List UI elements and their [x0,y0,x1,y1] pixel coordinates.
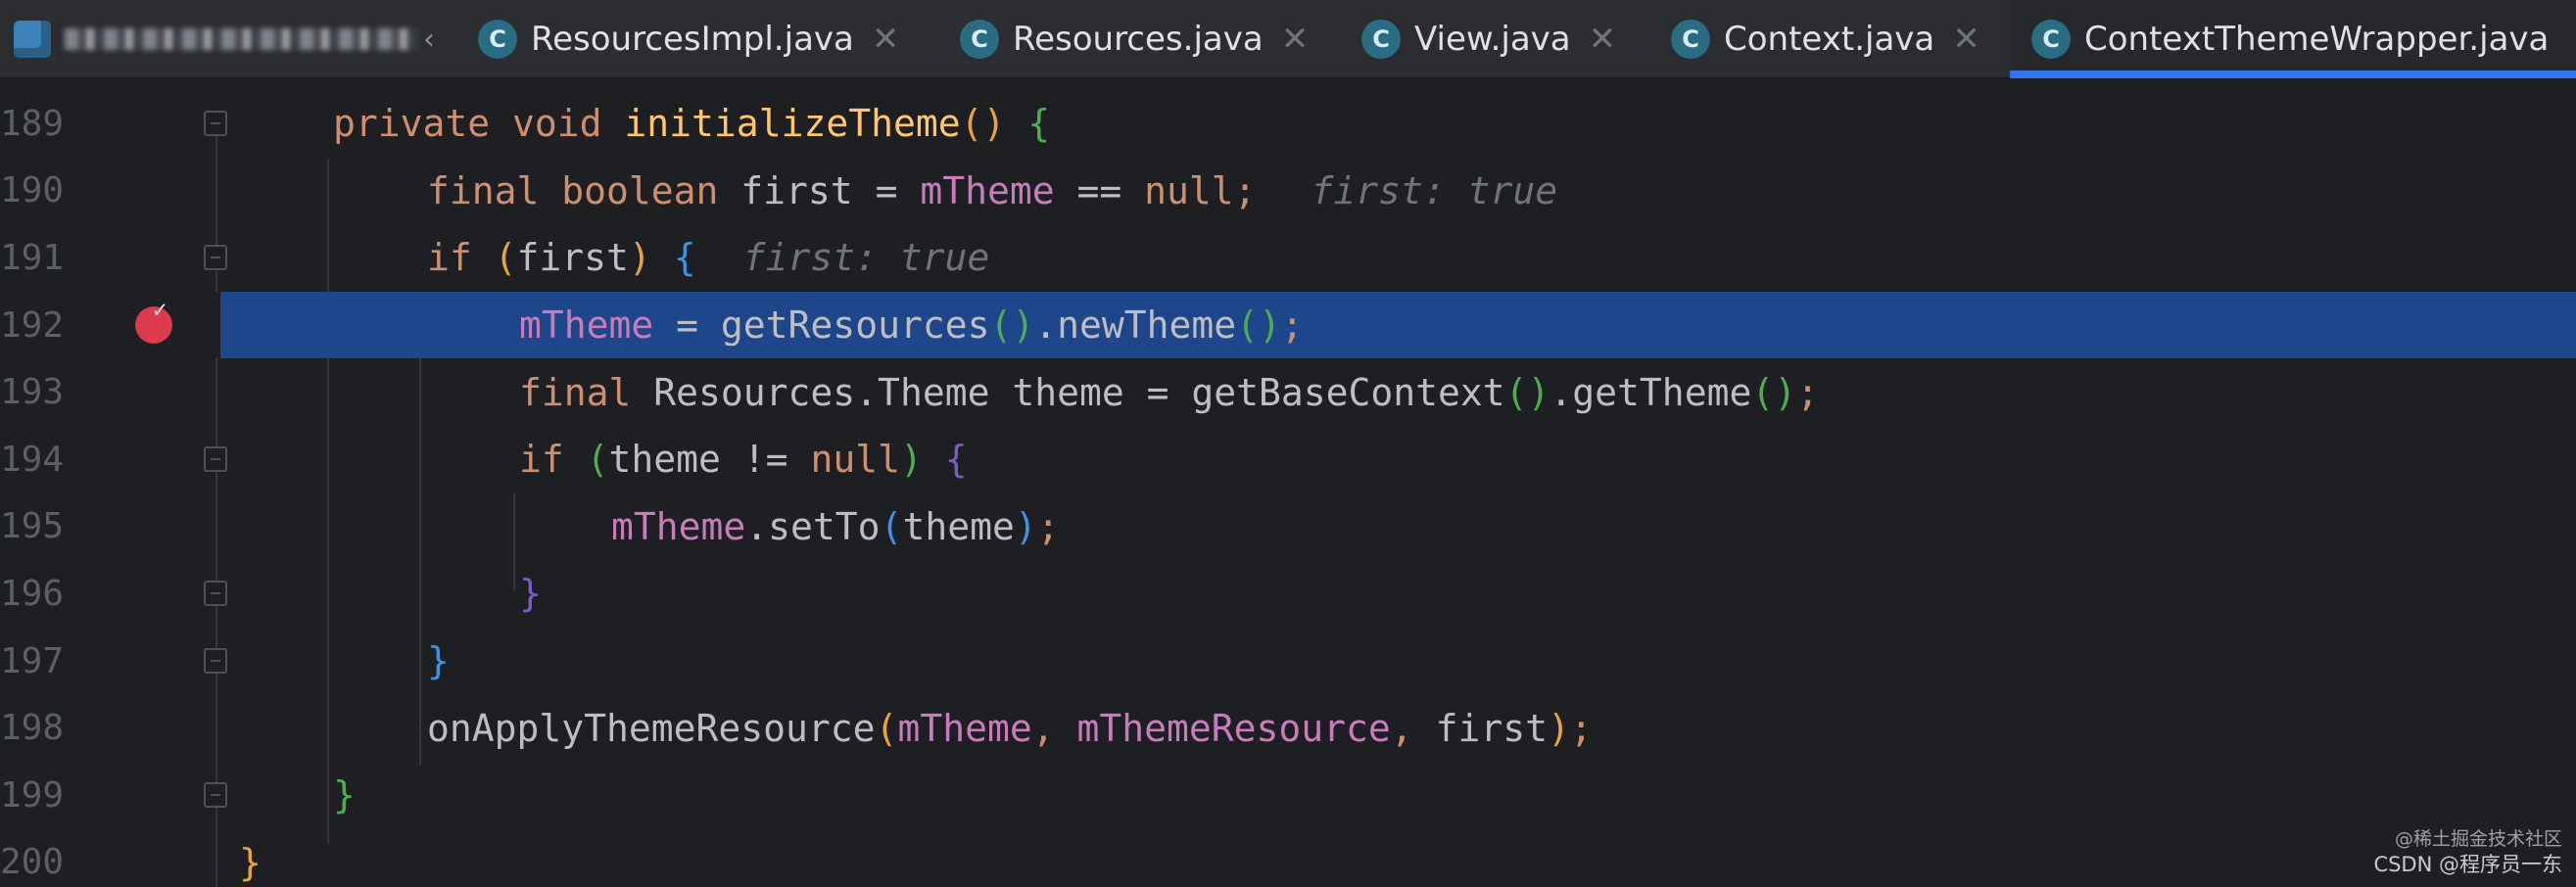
line-number: 192 [0,304,65,346]
breakpoint-check-icon: ✓ [153,296,167,323]
inlay-hint: first: true [742,236,990,280]
close-icon[interactable]: ✕ [1281,20,1310,59]
line-number: 196 [0,573,65,614]
line-number: 198 [0,708,65,749]
code-line-200[interactable]: 200 } [0,829,2576,887]
java-class-icon: C [2031,20,2071,59]
line-number: 194 [0,439,65,480]
project-tab-blurred[interactable]: ‹ [0,0,446,78]
chevron-left-icon: ‹ [423,22,435,57]
project-icon [14,21,51,58]
close-icon[interactable]: ✕ [872,20,900,59]
code-text: if (theme != null) { [519,438,968,482]
code-text: } [519,572,542,616]
code-line-189[interactable]: 189 private void initializeTheme() { [0,90,2576,158]
tab-label: ContextThemeWrapper.java [2084,20,2550,59]
tab-view[interactable]: C View.java ✕ [1361,0,1675,78]
code-line-191[interactable]: 191 if (first) {first: true [0,224,2576,292]
tab-contextthemewrapper[interactable]: C ContextThemeWrapper.java [2010,0,2576,78]
code-text: onApplyThemeResource(mTheme, mThemeResou… [427,706,1593,750]
java-class-icon: C [478,20,517,59]
line-number: 200 [0,842,65,883]
code-text: } [239,840,262,884]
code-text: final Resources.Theme theme = getBaseCon… [519,370,1819,414]
tab-context[interactable]: C Context.java ✕ [1671,0,2004,78]
blurred-title [65,28,417,50]
code-text: mTheme = getResources() .newTheme(); [519,303,1304,348]
fold-marker-icon[interactable] [204,245,227,270]
code-editor[interactable]: 189 private void initializeTheme() { 190… [0,78,2576,887]
java-class-icon: C [960,20,999,59]
tab-label: Resources.java [1013,20,1264,59]
code-line-193[interactable]: 193 final Resources.Theme theme = getBas… [0,358,2576,426]
code-text: } [427,639,450,683]
line-number: 199 [0,774,65,816]
code-line-195[interactable]: 195 mTheme .setTo(theme); [0,493,2576,561]
code-text: if (first) {first: true [427,236,990,280]
tab-label: ResourcesImpl.java [531,20,854,59]
java-class-icon: C [1671,20,1710,59]
tab-resources[interactable]: C Resources.java ✕ [960,0,1352,78]
code-text: mTheme .setTo(theme); [611,504,1060,548]
code-line-190[interactable]: 190 final boolean first = mTheme == null… [0,158,2576,225]
watermark-line-2: CSDN @程序员一东 [2373,853,2562,876]
fold-marker-icon[interactable] [204,581,227,606]
close-icon[interactable]: ✕ [1952,20,1980,59]
fold-marker-icon[interactable] [204,782,227,808]
code-line-197[interactable]: 197 } [0,628,2576,695]
tab-resourcesimpl[interactable]: C ResourcesImpl.java ✕ [478,0,929,78]
line-number: 197 [0,640,65,681]
inlay-hint: first: true [1311,168,1558,212]
java-class-icon: C [1361,20,1401,59]
watermark-line-1: @稀土掘金技术社区 [2394,828,2562,850]
code-line-194[interactable]: 194 if (theme != null) { [0,426,2576,493]
editor-tab-bar: ‹ C ResourcesImpl.java ✕ C Resources.jav… [0,0,2576,78]
code-line-198[interactable]: 198 onApplyThemeResource(mTheme, mThemeR… [0,694,2576,762]
line-number: 189 [0,103,65,144]
code-text: final boolean first = mTheme == null; fir… [427,168,1558,212]
code-text: } [333,773,356,817]
code-line-199[interactable]: 199 } [0,762,2576,829]
fold-marker-icon[interactable] [204,648,227,674]
line-number: 193 [0,372,65,413]
fold-marker-icon[interactable] [204,111,227,136]
tab-label: Context.java [1724,20,1935,59]
tab-label: View.java [1414,20,1571,59]
code-line-196[interactable]: 196 } [0,560,2576,628]
line-number: 195 [0,506,65,547]
line-number: 191 [0,237,65,278]
code-line-192-current[interactable]: 192 mTheme = getResources() .newTheme(); [0,291,2576,359]
fold-marker-icon[interactable] [204,446,227,472]
code-text: private void initializeTheme() { [333,102,1051,146]
close-icon[interactable]: ✕ [1589,20,1617,59]
line-number: 190 [0,170,65,211]
watermark: @稀土掘金技术社区 CSDN @程序员一东 [2373,826,2562,877]
